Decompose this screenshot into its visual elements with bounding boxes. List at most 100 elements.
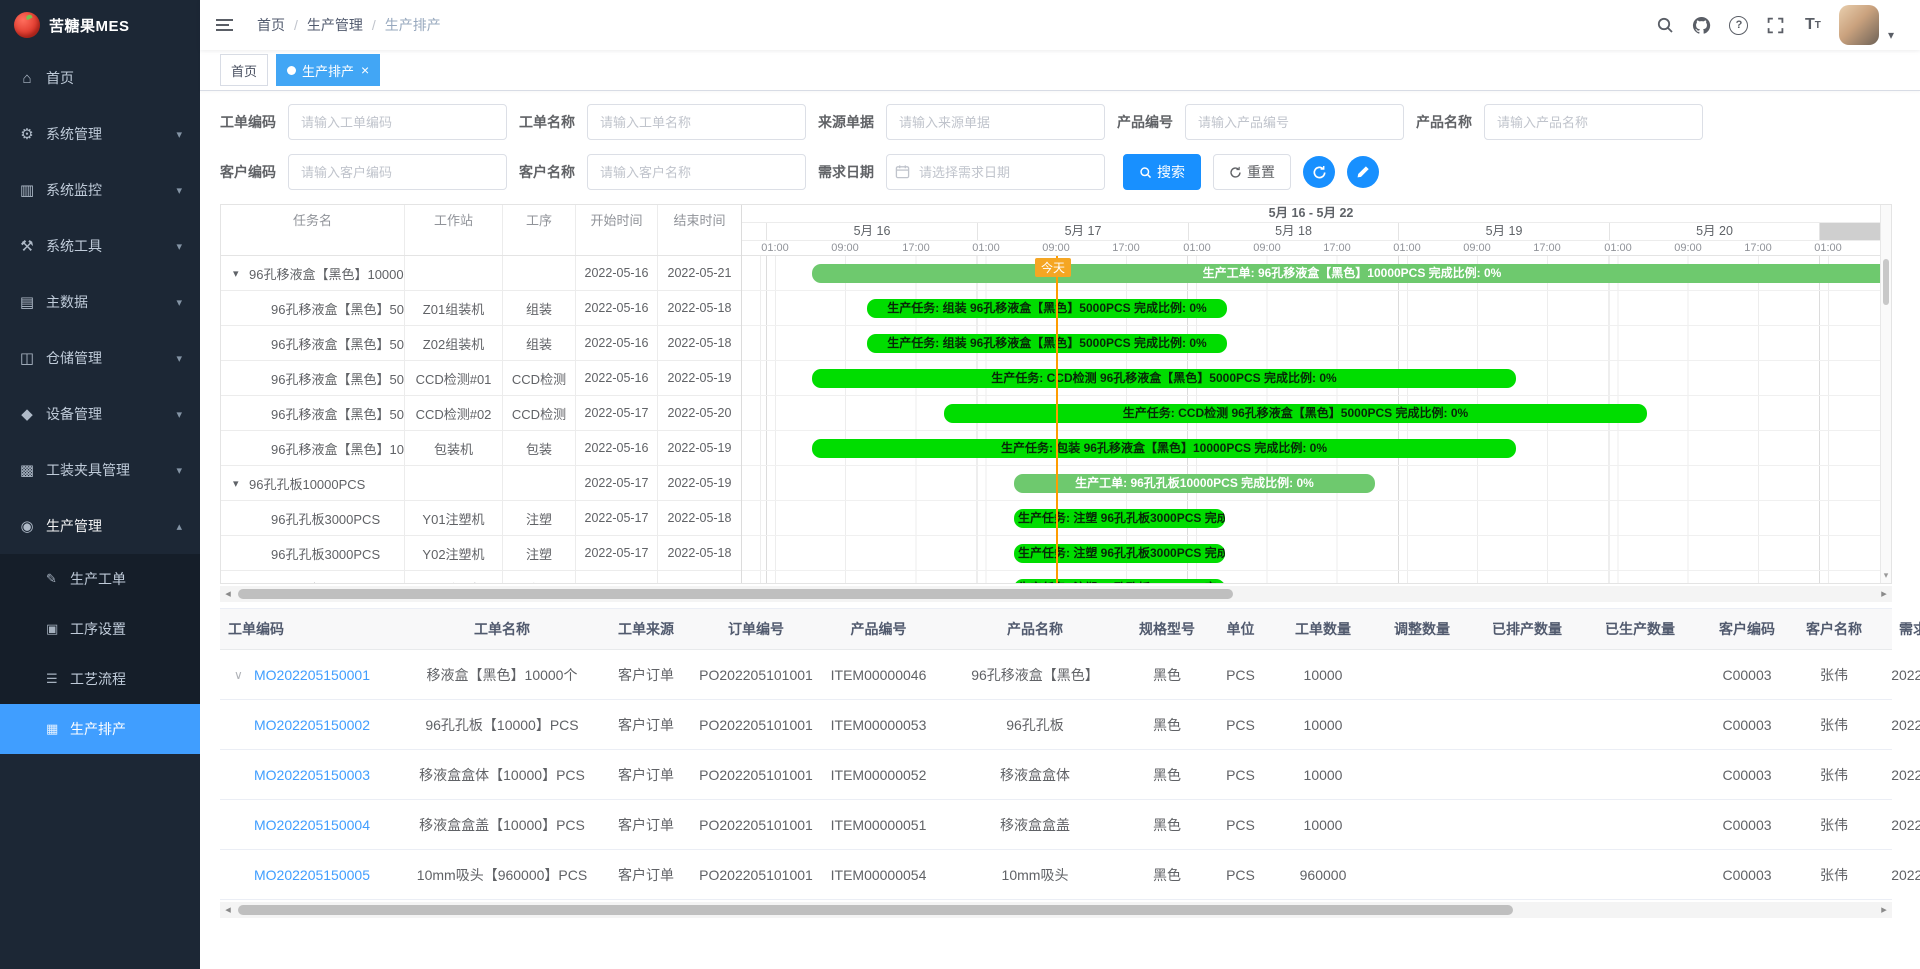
work-order-link[interactable]: MO202205150003 (254, 767, 370, 783)
gantt-bar[interactable]: 生产任务: 注塑 96孔孔板3000PCS 完成比例: 0% (1014, 509, 1225, 528)
github-icon[interactable] (1691, 14, 1713, 36)
gantt-process-cell: CCD检测 (503, 361, 576, 395)
font-size-icon[interactable]: TT (1802, 14, 1824, 36)
gantt-process-cell: 包装 (503, 431, 576, 465)
gantt-task-row[interactable]: 96孔孔板3000PCS Y02注塑机 注塑 2022-05-17 2022-0… (221, 536, 741, 571)
gantt-task-row[interactable]: 96孔孔板3000PCS Y01注塑机 注塑 2022-05-17 2022-0… (221, 501, 741, 536)
gantt-horizontal-scrollbar[interactable]: ◂ ▸ (220, 586, 1892, 602)
sidebar-submenu-item[interactable]: ▦ 生产排产 (0, 704, 200, 754)
gantt-hour-tick: 01:00 (1814, 242, 1842, 254)
scroll-right-icon[interactable]: ▸ (1876, 902, 1892, 918)
sidebar-submenu-item[interactable]: ☰ 工艺流程 (0, 654, 200, 704)
orders-column-header: 工单编码 (220, 609, 410, 649)
gantt-bar[interactable]: 生产任务: 注塑 96孔孔板3000PCS 完成比例: 0% (1014, 579, 1225, 583)
scrollbar-thumb[interactable] (1883, 259, 1889, 305)
gantt-task-row[interactable]: ▾ 96孔孔板10000PCS 2022-05-17 2022-05-19 (221, 466, 741, 501)
demand-date-input[interactable] (886, 154, 1105, 190)
today-marker-line (1056, 256, 1058, 583)
sidebar-submenu-item[interactable]: ✎ 生产工单 (0, 554, 200, 604)
work-order-code-cell: MO202205150003 (220, 750, 410, 799)
app-logo[interactable]: 苦糖果MES (0, 0, 200, 50)
gantt-bar[interactable]: 生产工单: 96孔孔板10000PCS 完成比例: 0% (1014, 474, 1375, 493)
scroll-left-icon[interactable]: ◂ (220, 902, 236, 918)
breadcrumb-home[interactable]: 首页 (257, 15, 285, 35)
order-source-cell: 客户订单 (594, 800, 698, 849)
filter-input[interactable] (288, 104, 507, 140)
search-button[interactable]: 搜索 (1123, 154, 1201, 190)
work-order-row[interactable]: MO202205150004 移液盒盒盖【10000】PCS 客户订单 PO20… (220, 800, 1892, 850)
sidebar-menu-item[interactable]: ▥ 系统监控 ▾ (0, 162, 200, 218)
tab-home[interactable]: 首页 (220, 54, 268, 86)
gantt-bar[interactable]: 生产工单: 96孔移液盒【黑色】10000PCS 完成比例: 0% (812, 264, 1880, 283)
sidebar-menu-item[interactable]: ▤ 主数据 ▾ (0, 274, 200, 330)
sidebar-menu-item[interactable]: ▩ 工装夹具管理 ▾ (0, 442, 200, 498)
gantt-bar[interactable]: 生产任务: CCD检测 96孔移液盒【黑色】5000PCS 完成比例: 0% (944, 404, 1647, 423)
sidebar-menu-item[interactable]: ◉ 生产管理 ▴ (0, 498, 200, 554)
user-avatar[interactable] (1839, 5, 1879, 45)
tab-production-scheduling[interactable]: 生产排产 × (276, 54, 380, 86)
sidebar-menu-item[interactable]: ◆ 设备管理 ▾ (0, 386, 200, 442)
hamburger-icon[interactable] (200, 19, 249, 31)
work-order-row[interactable]: ∨ MO202205150001 移液盒【黑色】10000个 客户订单 PO20… (220, 650, 1892, 700)
gantt-hour-tick: 17:00 (1112, 242, 1140, 254)
filter-input[interactable] (1185, 104, 1404, 140)
work-order-link[interactable]: MO202205150001 (254, 667, 370, 683)
gantt-task-row[interactable]: 96孔移液盒【黑色】5000PCS CCD检测#02 CCD检测 2022-05… (221, 396, 741, 431)
filter-input[interactable] (587, 154, 806, 190)
filter-field: 客户名称 (519, 154, 806, 190)
menu-item-icon: ◫ (18, 349, 36, 367)
collapse-arrow-icon[interactable]: ▾ (233, 477, 247, 490)
filter-input[interactable] (886, 104, 1105, 140)
filter-input[interactable] (288, 154, 507, 190)
orders-horizontal-scrollbar[interactable]: ◂ ▸ (220, 902, 1892, 918)
work-order-link[interactable]: MO202205150004 (254, 817, 370, 833)
scrollbar-thumb[interactable] (238, 905, 1513, 915)
gantt-bar[interactable]: 生产任务: CCD检测 96孔移液盒【黑色】5000PCS 完成比例: 0% (812, 369, 1516, 388)
edit-button[interactable] (1347, 156, 1379, 188)
menu-item-label: 生产管理 (46, 516, 102, 536)
gantt-task-row[interactable]: 96孔孔板3000PCS Y03注塑机 注塑 2022-05-17 2022-0… (221, 571, 741, 583)
work-order-row[interactable]: MO202205150003 移液盒盒体【10000】PCS 客户订单 PO20… (220, 750, 1892, 800)
gantt-task-row[interactable]: 96孔移液盒【黑色】5000PCS CCD检测#01 CCD检测 2022-05… (221, 361, 741, 396)
close-tab-icon[interactable]: × (361, 63, 369, 77)
scroll-left-icon[interactable]: ◂ (220, 586, 236, 602)
sidebar-menu-item[interactable]: ⌂ 首页 (0, 50, 200, 106)
gantt-task-row[interactable]: ▾ 96孔移液盒【黑色】10000PCS 2022-05-16 2022-05-… (221, 256, 741, 291)
scrollbar-thumb[interactable] (238, 589, 1233, 599)
breadcrumb-production[interactable]: 生产管理 (307, 15, 363, 35)
filter-label: 客户编码 (220, 162, 280, 182)
reset-button[interactable]: 重置 (1213, 154, 1291, 190)
filter-input[interactable] (1484, 104, 1703, 140)
gantt-bar[interactable]: 生产任务: 注塑 96孔孔板3000PCS 完成比例: 0% (1014, 544, 1225, 563)
help-icon[interactable]: ? (1728, 14, 1750, 36)
expand-row-icon[interactable]: ∨ (234, 668, 254, 682)
customer-code-cell: C00003 (1698, 650, 1796, 699)
sidebar-menu-item[interactable]: ⚒ 系统工具 ▾ (0, 218, 200, 274)
filter-input[interactable] (587, 104, 806, 140)
gantt-bar[interactable]: 生产任务: 组装 96孔移液盒【黑色】5000PCS 完成比例: 0% (867, 299, 1227, 318)
refresh-button[interactable] (1303, 156, 1335, 188)
gantt-bar[interactable]: 生产任务: 组装 96孔移液盒【黑色】5000PCS 完成比例: 0% (867, 334, 1227, 353)
order-no-cell: PO202205101001 (698, 700, 814, 749)
sidebar-submenu-item[interactable]: ▣ 工序设置 (0, 604, 200, 654)
collapse-arrow-icon[interactable]: ▾ (233, 267, 247, 280)
gantt-task-row[interactable]: 96孔移液盒【黑色】5000PCS Z02组装机 组装 2022-05-16 2… (221, 326, 741, 361)
search-icon[interactable] (1654, 14, 1676, 36)
demand-date-cell: 2022-05-20 (1872, 650, 1920, 699)
work-order-link[interactable]: MO202205150005 (254, 867, 370, 883)
gantt-task-row[interactable]: 96孔移液盒【黑色】5000PCS Z01组装机 组装 2022-05-16 2… (221, 291, 741, 326)
scroll-right-icon[interactable]: ▸ (1876, 586, 1892, 602)
sidebar-menu-item[interactable]: ◫ 仓储管理 ▾ (0, 330, 200, 386)
scroll-down-icon[interactable]: ▾ (1881, 570, 1891, 581)
work-order-link[interactable]: MO202205150002 (254, 717, 370, 733)
work-order-row[interactable]: MO202205150002 96孔孔板【10000】PCS 客户订单 PO20… (220, 700, 1892, 750)
sidebar-menu-item[interactable]: ⚙ 系统管理 ▾ (0, 106, 200, 162)
gantt-task-row[interactable]: 96孔移液盒【黑色】10000PCS 包装机 包装 2022-05-16 202… (221, 431, 741, 466)
work-order-row[interactable]: MO202205150005 10mm吸头【960000】PCS 客户订单 PO… (220, 850, 1892, 900)
fullscreen-icon[interactable] (1765, 14, 1787, 36)
submenu-item-icon: ▣ (46, 621, 62, 637)
gantt-bar[interactable]: 生产任务: 包装 96孔移液盒【黑色】10000PCS 完成比例: 0% (812, 439, 1516, 458)
gantt-task-name-cell: ▾ 96孔孔板10000PCS (221, 466, 405, 500)
user-menu-caret-icon[interactable]: ▾ (1888, 28, 1894, 42)
gantt-vertical-scrollbar[interactable]: ▾ (1880, 205, 1891, 583)
